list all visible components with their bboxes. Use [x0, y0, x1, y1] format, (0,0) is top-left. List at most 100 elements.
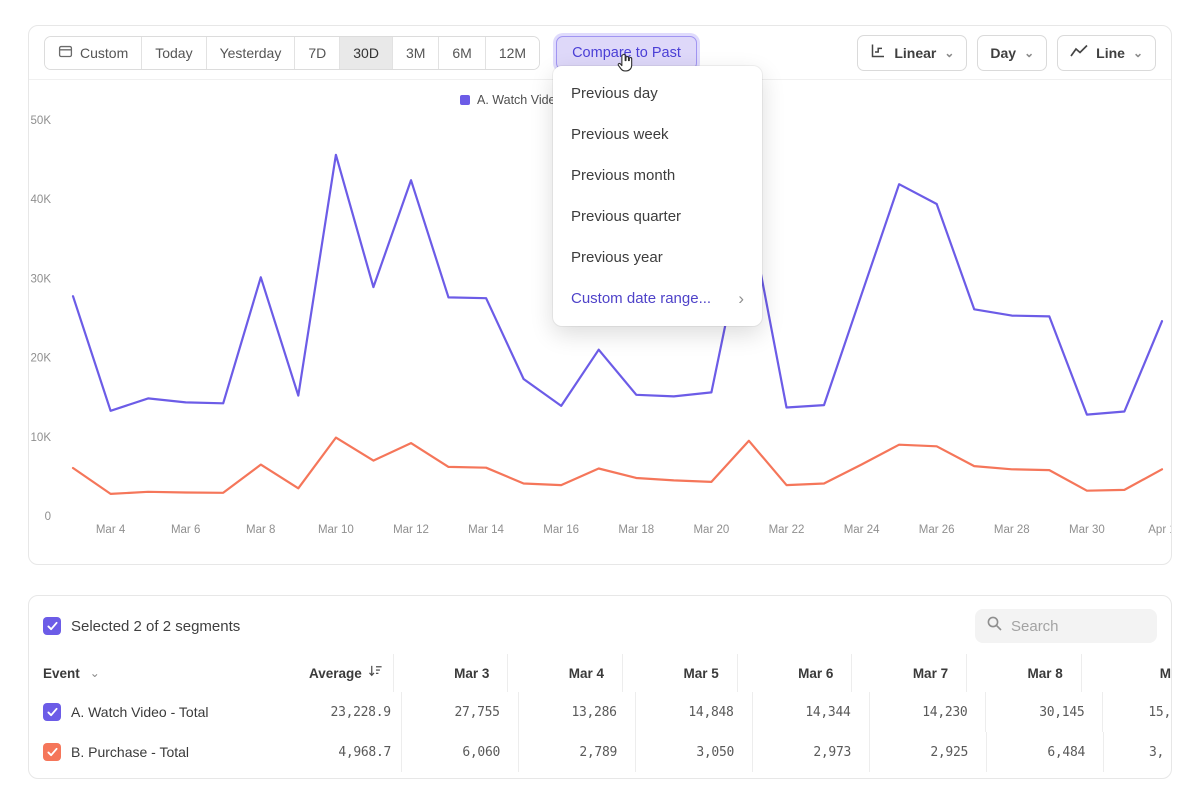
- clipped-column-header: M: [1081, 654, 1171, 692]
- segments-header: Selected 2 of 2 segments: [29, 596, 1171, 654]
- x-axis-label: Mar 16: [543, 524, 579, 536]
- scale-dropdown-button[interactable]: Linear ⌄: [857, 35, 967, 71]
- segment-checkbox[interactable]: [43, 743, 61, 761]
- chart-type-dropdown-button[interactable]: Line ⌄: [1057, 35, 1156, 71]
- segment-label[interactable]: A. Watch Video - Total: [71, 704, 208, 720]
- cell-value: 6,060: [462, 745, 500, 760]
- sort-descending-icon[interactable]: [368, 664, 383, 683]
- scale-label: Linear: [894, 45, 936, 61]
- y-axis-label: 40K: [31, 194, 52, 206]
- clipped-cell-value: 15,: [1148, 705, 1171, 720]
- checkmark-icon: [47, 621, 58, 631]
- average-value: 23,228.9: [331, 705, 391, 720]
- calendar-icon: [58, 44, 73, 62]
- menu-item-previous-month[interactable]: Previous month: [553, 155, 762, 196]
- average-header-label: Average: [309, 666, 362, 681]
- table-row: A. Watch Video - Total 23,228.9 27,755 13,2…: [29, 692, 1171, 732]
- cell-value: 6,484: [1047, 745, 1085, 760]
- chevron-down-icon: ⌄: [90, 667, 100, 679]
- x-axis-label: Mar 14: [468, 524, 504, 536]
- date-range-custom[interactable]: Custom: [45, 37, 141, 69]
- menu-item-previous-quarter[interactable]: Previous quarter: [553, 196, 762, 237]
- date-range-label: Today: [155, 45, 192, 61]
- x-axis-label: Mar 10: [318, 524, 354, 536]
- x-axis-label: Mar 4: [96, 524, 126, 536]
- menu-item-previous-year[interactable]: Previous year: [553, 237, 762, 278]
- chart-type-label: Line: [1096, 45, 1125, 61]
- checkmark-icon: [47, 747, 58, 757]
- x-axis-label: Mar 18: [618, 524, 654, 536]
- date-range-label: 6M: [452, 45, 471, 61]
- select-all-checkbox[interactable]: [43, 617, 61, 635]
- date-range-yesterday[interactable]: Yesterday: [206, 37, 295, 69]
- table-header-row: Event⌄AverageMar 3Mar 4Mar 5Mar 6Mar 7Ma…: [29, 654, 1171, 692]
- chevron-down-icon: ⌄: [944, 47, 954, 59]
- date-range-6m[interactable]: 6M: [438, 37, 484, 69]
- date-column-header: Mar 5: [622, 654, 737, 692]
- average-column-header[interactable]: Average: [273, 654, 392, 692]
- series-line-b-purchase-total[interactable]: [73, 438, 1162, 494]
- average-value: 4,968.7: [338, 745, 391, 760]
- x-axis-label: Mar 6: [171, 524, 200, 536]
- date-range-7d[interactable]: 7D: [294, 37, 339, 69]
- line-chart-icon: [1070, 44, 1088, 61]
- date-range-label: 3M: [406, 45, 425, 61]
- search-icon: [986, 615, 1003, 637]
- chart-display-controls: Linear ⌄ Day ⌄ Line ⌄: [857, 35, 1156, 71]
- selected-segments-text: Selected 2 of 2 segments: [71, 618, 240, 635]
- date-range-label: Yesterday: [220, 45, 282, 61]
- table-row: B. Purchase - Total4,968.76,0602,7893,05…: [29, 732, 1171, 772]
- segments-table: Event⌄AverageMar 3Mar 4Mar 5Mar 6Mar 7Ma…: [29, 654, 1171, 772]
- x-axis-label: Apr 1: [1148, 524, 1171, 536]
- clipped-cell-value: 3,: [1149, 745, 1164, 760]
- search-box[interactable]: [975, 609, 1157, 643]
- x-axis-label: Mar 30: [1069, 524, 1105, 536]
- date-range-30d[interactable]: 30D: [339, 37, 392, 69]
- date-range-3m[interactable]: 3M: [392, 37, 438, 69]
- y-axis-label: 0: [45, 511, 51, 523]
- legend-swatch: [460, 95, 470, 105]
- cell-value: 3,050: [696, 745, 734, 760]
- cell-value: 14,848: [688, 705, 733, 720]
- date-column-header: Mar 6: [737, 654, 852, 692]
- cell-value: 30,145: [1039, 705, 1084, 720]
- chevron-down-icon: ⌄: [1133, 47, 1143, 59]
- search-input[interactable]: [1011, 618, 1146, 635]
- date-range-label: 7D: [308, 45, 326, 61]
- y-axis-label: 30K: [31, 273, 52, 285]
- custom-date-range-label: Custom date range...: [571, 290, 711, 307]
- date-range-today[interactable]: Today: [141, 37, 205, 69]
- x-axis-label: Mar 24: [844, 524, 880, 536]
- date-column-header: Mar 8: [966, 654, 1081, 692]
- date-column-header: Mar 7: [851, 654, 966, 692]
- date-range-12m[interactable]: 12M: [485, 37, 539, 69]
- chevron-right-icon: ›: [738, 290, 744, 307]
- y-axis-label: 50K: [31, 115, 52, 127]
- compare-to-past-menu: Previous dayPrevious weekPrevious monthP…: [553, 66, 762, 326]
- x-axis-label: Mar 28: [994, 524, 1030, 536]
- event-column-header[interactable]: Event⌄: [29, 654, 273, 692]
- cell-value: 14,230: [922, 705, 967, 720]
- cell-value: 2,973: [813, 745, 851, 760]
- cell-value: 14,344: [805, 705, 850, 720]
- cell-value: 13,286: [571, 705, 616, 720]
- y-axis-label: 10K: [31, 432, 52, 444]
- segment-label[interactable]: B. Purchase - Total: [71, 744, 189, 760]
- chevron-down-icon: ⌄: [1024, 47, 1034, 59]
- menu-item-custom-date-range[interactable]: Custom date range... ›: [553, 278, 762, 319]
- cell-value: 2,925: [930, 745, 968, 760]
- menu-item-previous-day[interactable]: Previous day: [553, 73, 762, 114]
- date-column-header: Mar 4: [507, 654, 622, 692]
- date-range-label: 30D: [353, 45, 379, 61]
- interval-dropdown-button[interactable]: Day ⌄: [977, 35, 1047, 71]
- x-axis-label: Mar 20: [693, 524, 729, 536]
- x-axis-label: Mar 26: [919, 524, 955, 536]
- checkmark-icon: [47, 707, 58, 717]
- date-range-label: 12M: [499, 45, 526, 61]
- compare-to-past-button[interactable]: Compare to Past: [556, 36, 697, 70]
- date-range-picker: Custom Today Yesterday 7D 30D 3M 6M 12M: [44, 36, 540, 70]
- cell-value: 27,755: [455, 705, 500, 720]
- segments-card: Selected 2 of 2 segments Event⌄ Average Ma…: [28, 595, 1172, 779]
- segment-checkbox[interactable]: [43, 703, 61, 721]
- menu-item-previous-week[interactable]: Previous week: [553, 114, 762, 155]
